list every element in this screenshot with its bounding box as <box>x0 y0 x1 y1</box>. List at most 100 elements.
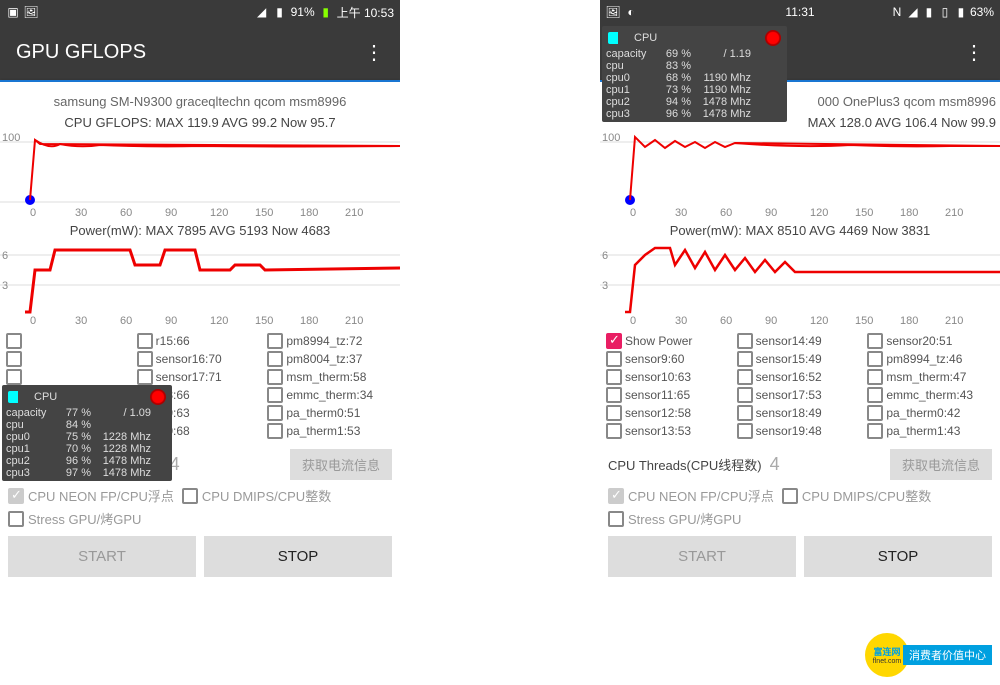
checkbox[interactable] <box>867 351 883 367</box>
chart1-title: CPU GFLOPS: MAX 119.9 AVG 99.2 Now 95.7 <box>0 113 400 132</box>
sensor-checkbox-item[interactable]: sensor10:63 <box>606 369 733 385</box>
sensor-checkbox-item[interactable]: sensor14:49 <box>737 333 864 349</box>
y-tick: 6 <box>602 250 608 262</box>
y-tick: 6 <box>2 250 8 262</box>
dmips-checkbox[interactable] <box>182 488 198 504</box>
stop-button[interactable]: STOP <box>804 536 992 577</box>
cpu-overlay-title: CPU <box>34 391 57 403</box>
current-info-button[interactable]: 获取电流信息 <box>290 449 392 480</box>
checkbox[interactable] <box>6 369 22 385</box>
dmips-checkbox[interactable] <box>782 488 798 504</box>
sensor-checkbox-item[interactable]: sensor16:70 <box>137 351 264 367</box>
checkbox[interactable] <box>267 351 283 367</box>
menu-icon[interactable]: ⋮ <box>364 40 384 65</box>
checkbox[interactable] <box>267 369 283 385</box>
checkbox[interactable] <box>737 387 753 403</box>
sensor-checkbox-item[interactable]: emmc_therm:34 <box>267 387 394 403</box>
checkbox[interactable] <box>867 333 883 349</box>
button-row: START STOP <box>0 530 400 583</box>
checkbox[interactable] <box>737 405 753 421</box>
checkbox[interactable] <box>267 405 283 421</box>
sim-icon: ▯ <box>938 5 952 19</box>
sensor-checkbox-item[interactable]: emmc_therm:43 <box>867 387 994 403</box>
cpu-row: cpu397 %1478 Mhz <box>6 467 168 479</box>
neon-checkbox[interactable] <box>8 488 24 504</box>
sensor-checkbox-item[interactable] <box>6 351 133 367</box>
checkbox[interactable] <box>867 387 883 403</box>
neon-checkbox[interactable] <box>608 488 624 504</box>
watermark: 富连网 flnet.com 消费者价值中心 <box>865 633 992 677</box>
sensor-checkbox-item[interactable]: sensor16:52 <box>737 369 864 385</box>
checkbox[interactable] <box>137 351 153 367</box>
menu-icon[interactable]: ⋮ <box>964 40 984 65</box>
sensor-checkbox-item[interactable]: pa_therm1:43 <box>867 423 994 439</box>
cpu-overlay[interactable]: CPU capacity69 %/ 1.19cpu83 %cpu068 %119… <box>602 26 787 122</box>
checkbox[interactable] <box>606 405 622 421</box>
checkbox[interactable] <box>137 369 153 385</box>
sensor-checkbox-item[interactable]: pa_therm0:42 <box>867 405 994 421</box>
start-button[interactable]: START <box>8 536 196 577</box>
stop-button[interactable]: STOP <box>204 536 392 577</box>
checkbox[interactable] <box>6 333 22 349</box>
checkbox[interactable] <box>137 333 153 349</box>
sensor-checkbox-item[interactable]: pm8994_tz:46 <box>867 351 994 367</box>
checkbox[interactable] <box>606 423 622 439</box>
checkbox[interactable] <box>737 369 753 385</box>
sensor-checkbox-item[interactable]: msm_therm:58 <box>267 369 394 385</box>
cpu-overlay[interactable]: CPU capacity77 %/ 1.09cpu84 %cpu075 %122… <box>2 385 172 481</box>
checkbox[interactable] <box>606 333 622 349</box>
sensor-checkbox-item[interactable]: sensor19:48 <box>737 423 864 439</box>
sensor-checkbox-item[interactable]: sensor20:51 <box>867 333 994 349</box>
signal-icon: ▮ <box>273 5 287 19</box>
sensor-checkboxes: Show Powersensor14:49sensor20:51 sensor9:… <box>600 329 1000 445</box>
threads-value[interactable]: 4 <box>770 454 780 475</box>
watermark-text: 消费者价值中心 <box>903 645 992 665</box>
checkbox[interactable] <box>6 351 22 367</box>
checkbox[interactable] <box>606 369 622 385</box>
checkbox[interactable] <box>267 387 283 403</box>
battery-percent: 63% <box>970 5 994 19</box>
sensor-checkbox-item[interactable]: sensor17:71 <box>137 369 264 385</box>
content: 000 OnePlus3 qcom msm8996 MAX 128.0 AVG … <box>600 82 1000 685</box>
sensor-checkbox-item[interactable]: sensor15:49 <box>737 351 864 367</box>
checkbox[interactable] <box>737 333 753 349</box>
chart1: 100 <box>0 132 400 207</box>
sensor-checkbox-item[interactable]: msm_therm:47 <box>867 369 994 385</box>
sensor-checkbox-item[interactable]: pm8004_tz:37 <box>267 351 394 367</box>
checkbox[interactable] <box>606 387 622 403</box>
sensor-checkbox-item[interactable]: sensor11:65 <box>606 387 733 403</box>
start-button[interactable]: START <box>608 536 796 577</box>
sensor-checkbox-item[interactable]: pa_therm0:51 <box>267 405 394 421</box>
sensor-checkbox-item[interactable] <box>6 369 133 385</box>
record-icon[interactable] <box>150 389 166 405</box>
current-info-button[interactable]: 获取电流信息 <box>890 449 992 480</box>
sensor-checkbox-item[interactable]: Show Power <box>606 333 733 349</box>
cpu-row: cpu294 %1478 Mhz <box>606 96 783 108</box>
checkbox[interactable] <box>867 405 883 421</box>
button-row: START STOP <box>600 530 1000 583</box>
stress-checkbox[interactable] <box>8 511 24 527</box>
checkbox[interactable] <box>606 351 622 367</box>
checkbox[interactable] <box>267 333 283 349</box>
record-icon[interactable] <box>765 30 781 46</box>
checkbox[interactable] <box>737 423 753 439</box>
sensor-checkbox-item[interactable]: pa_therm1:53 <box>267 423 394 439</box>
x-axis-2: 0306090120150180210 <box>0 315 400 329</box>
sensor-checkbox-item[interactable]: r15:66 <box>137 333 264 349</box>
checkbox[interactable] <box>267 423 283 439</box>
sensor-checkbox-item[interactable]: sensor12:58 <box>606 405 733 421</box>
sensor-checkbox-item[interactable]: sensor13:53 <box>606 423 733 439</box>
stress-checkbox[interactable] <box>608 511 624 527</box>
sensor-checkbox-item[interactable]: sensor17:53 <box>737 387 864 403</box>
cpu-row: cpu068 %1190 Mhz <box>606 72 783 84</box>
checkbox[interactable] <box>867 423 883 439</box>
sensor-checkbox-item[interactable]: sensor9:60 <box>606 351 733 367</box>
sensor-checkbox-item[interactable] <box>6 333 133 349</box>
threads-label: CPU Threads(CPU线程数) <box>608 455 762 474</box>
app-bar: GPU GFLOPS ⋮ <box>0 24 400 80</box>
sensor-checkbox-item[interactable]: sensor18:49 <box>737 405 864 421</box>
checkbox[interactable] <box>737 351 753 367</box>
checkbox[interactable] <box>867 369 883 385</box>
right-phone: 🖼 ◐ 11:31 N ◢ ▮ ▯ ▮ 63% GPU GFLOPS ⋮ 000… <box>600 0 1000 685</box>
sensor-checkbox-item[interactable]: pm8994_tz:72 <box>267 333 394 349</box>
